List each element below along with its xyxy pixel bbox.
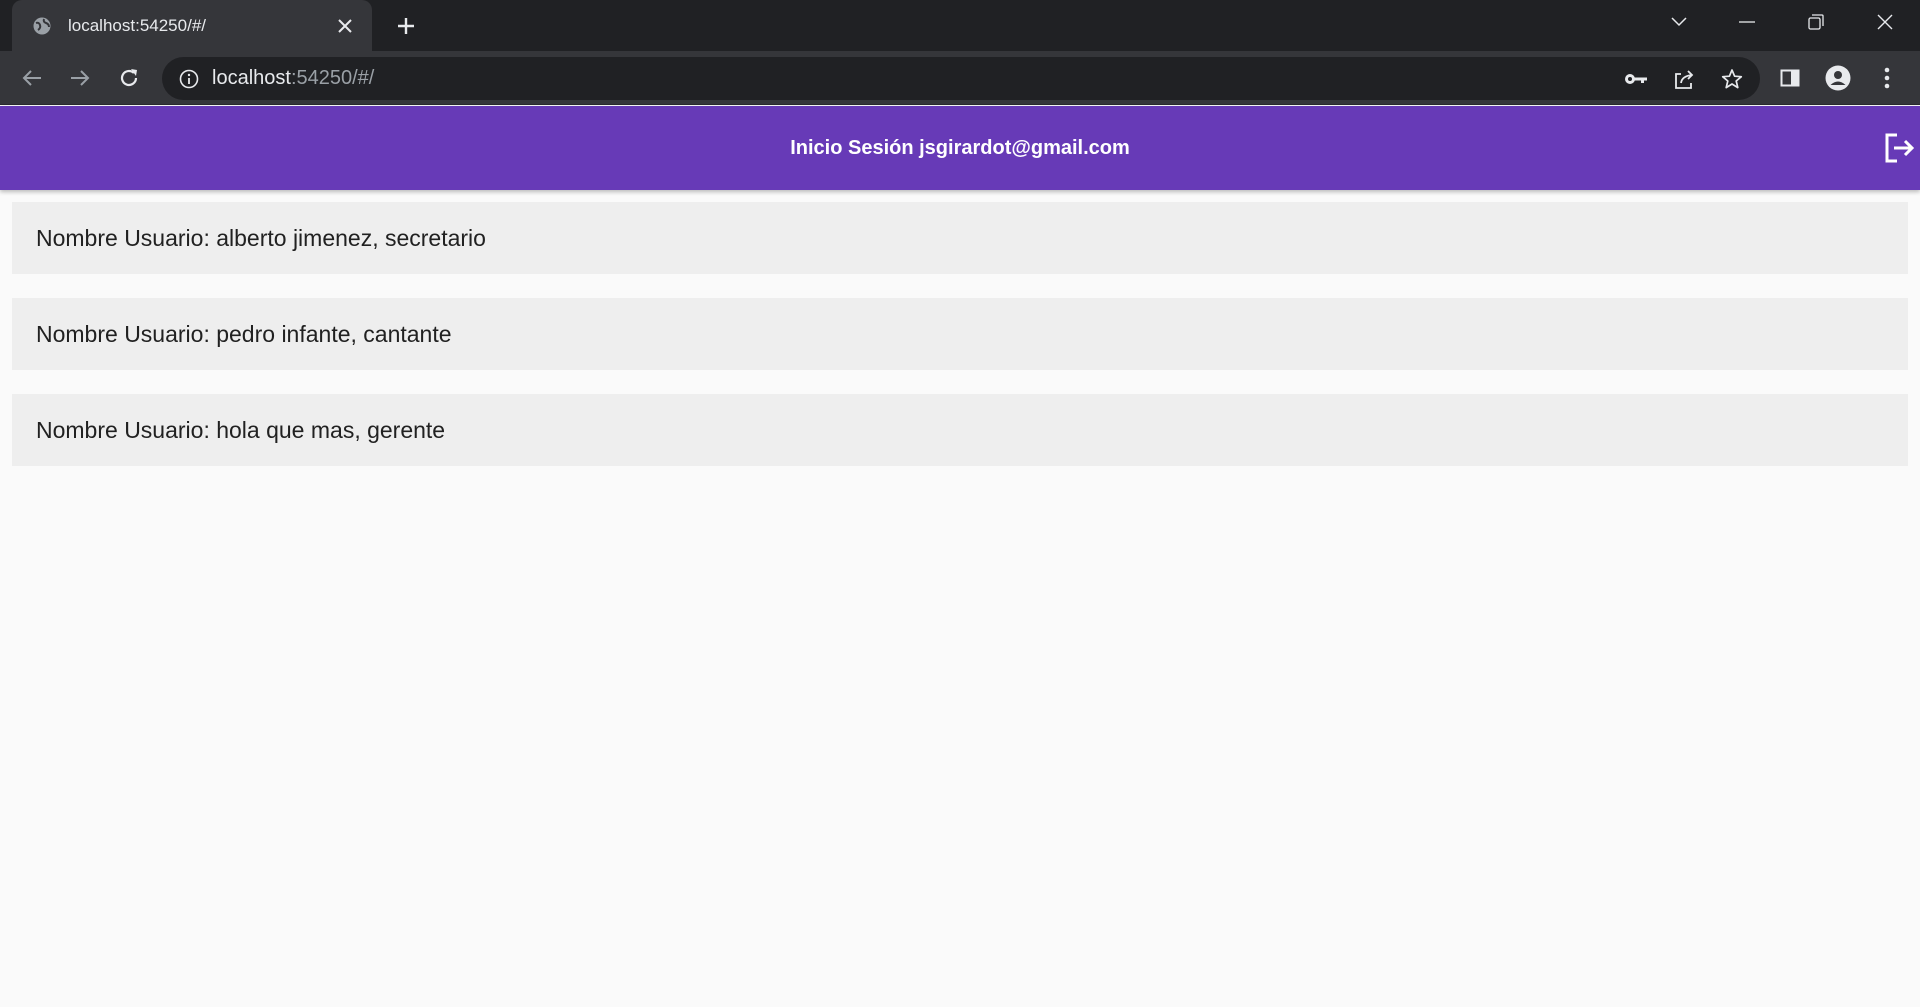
list-item[interactable]: Nombre Usuario: hola que mas, gerente [12, 394, 1908, 466]
page-title: Inicio Sesión jsgirardot@gmail.com [790, 136, 1130, 159]
user-list: Nombre Usuario: alberto jimenez, secreta… [12, 202, 1908, 490]
logout-icon[interactable] [1878, 127, 1920, 169]
app-bar: Inicio Sesión jsgirardot@gmail.com [0, 106, 1920, 190]
star-icon[interactable] [1712, 59, 1752, 99]
close-window-icon[interactable] [1862, 4, 1908, 40]
url-text[interactable]: localhost:54250/#/ [212, 67, 1616, 90]
list-item[interactable]: Nombre Usuario: alberto jimenez, secreta… [12, 202, 1908, 274]
tab-title: localhost:54250/#/ [68, 15, 206, 35]
share-icon[interactable] [1664, 59, 1704, 99]
browser-tab[interactable]: localhost:54250/#/ [12, 0, 372, 51]
browser-tab-strip: localhost:54250/#/ [0, 0, 1920, 51]
minimize-icon[interactable] [1724, 4, 1770, 40]
profile-icon[interactable] [1821, 61, 1855, 95]
list-item[interactable]: Nombre Usuario: pedro infante, cantante [12, 298, 1908, 370]
close-icon[interactable] [330, 11, 360, 41]
plus-icon[interactable] [390, 10, 422, 42]
user-label: Nombre Usuario: alberto jimenez, secreta… [36, 224, 486, 251]
sidebar-icon[interactable] [1773, 61, 1807, 95]
url-host: localhost [212, 67, 291, 89]
user-label: Nombre Usuario: hola que mas, gerente [36, 416, 446, 443]
address-bar[interactable]: localhost:54250/#/ [162, 57, 1760, 100]
restore-icon[interactable] [1793, 4, 1839, 40]
chevron-down-icon[interactable] [1656, 4, 1702, 40]
globe-icon [32, 16, 52, 36]
more-vert-icon[interactable] [1870, 61, 1904, 95]
info-icon[interactable] [178, 68, 200, 90]
url-path: :54250/#/ [290, 67, 375, 89]
key-icon[interactable] [1616, 59, 1656, 99]
browser-toolbar: localhost:54250/#/ [0, 51, 1920, 105]
user-label: Nombre Usuario: pedro infante, cantante [36, 320, 452, 347]
reload-icon[interactable] [112, 61, 146, 95]
forward-arrow-icon[interactable] [63, 61, 97, 95]
back-arrow-icon[interactable] [15, 61, 49, 95]
